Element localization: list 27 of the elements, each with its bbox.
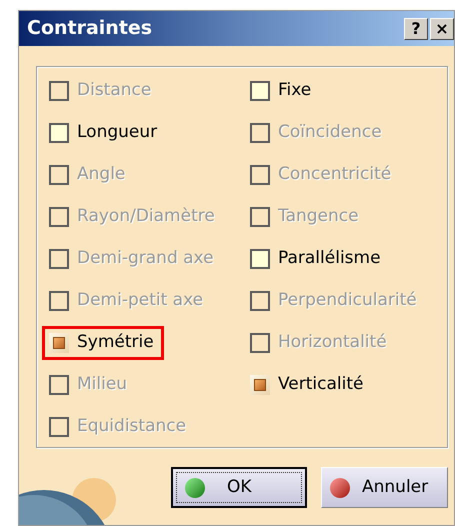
ok-button[interactable]: OK — [171, 467, 307, 508]
checkbox[interactable] — [250, 81, 270, 101]
checkbox-label: Demi-petit axe — [77, 289, 204, 312]
checkbox-label: Equidistance — [77, 415, 186, 438]
cancel-button[interactable]: Annuler — [321, 467, 448, 508]
close-button[interactable]: × — [430, 18, 454, 40]
checkbox-label: Milieu — [77, 373, 128, 396]
checkbox-label: Symétrie — [77, 331, 154, 354]
checkbox-label: Distance — [77, 79, 152, 102]
checkbox-label: Verticalité — [278, 373, 364, 396]
checkbox[interactable] — [49, 333, 69, 353]
checkbox-label: Rayon/Diamètre — [77, 205, 215, 228]
checkbox[interactable] — [49, 123, 69, 143]
checkbox-label: Angle — [77, 163, 126, 186]
checkbox-label: Demi-grand axe — [77, 247, 214, 270]
checkbox[interactable] — [250, 249, 270, 269]
checkbox-label: Tangence — [278, 205, 359, 228]
help-button[interactable]: ? — [404, 18, 428, 40]
checkbox-label: Fixe — [278, 79, 312, 102]
window-title: Contraintes — [27, 16, 154, 42]
checkbox-label: Coïncidence — [278, 121, 382, 144]
checkbox-label: Horizontalité — [278, 331, 387, 354]
checkbox-label: Parallélisme — [278, 247, 381, 270]
checkbox-label: Longueur — [77, 121, 158, 144]
checkbox[interactable] — [250, 375, 270, 395]
checkbox-label: Perpendicularité — [278, 289, 417, 312]
checkbox-label: Concentricité — [278, 163, 392, 186]
